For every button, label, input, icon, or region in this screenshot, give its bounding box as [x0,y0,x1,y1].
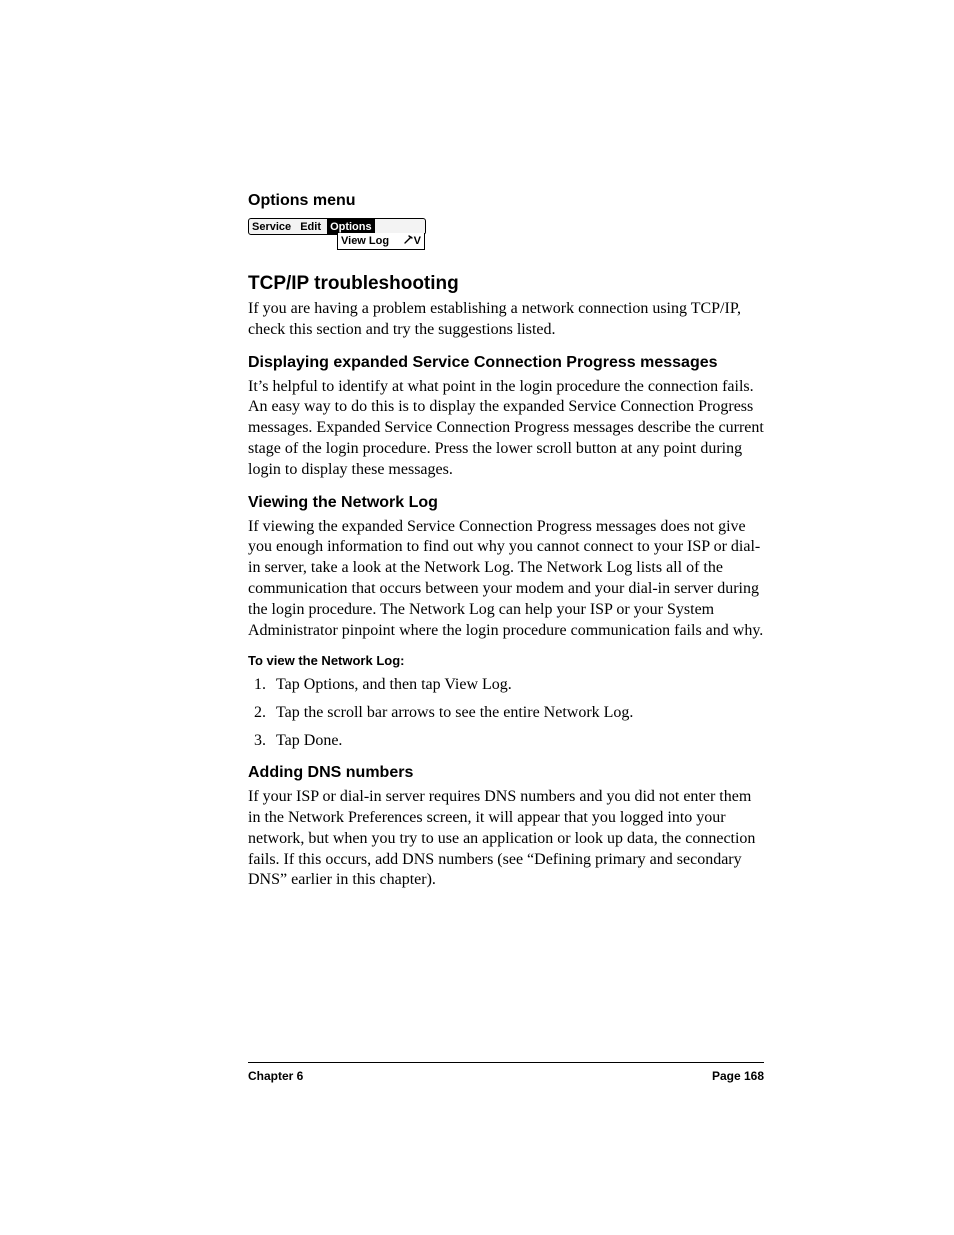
options-menu-figure: Service Edit Options View Log V [248,216,764,253]
footer-page-number: Page 168 [712,1069,764,1083]
heading-adding-dns: Adding DNS numbers [248,763,764,783]
heading-to-view-network-log: To view the Network Log: [248,653,764,668]
heading-viewing-network-log: Viewing the Network Log [248,493,764,513]
page-footer: Chapter 6 Page 168 [248,1062,764,1083]
footer-chapter: Chapter 6 [248,1069,303,1083]
paragraph-displaying: It’s helpful to identify at what point i… [248,377,764,481]
paragraph-tcpip-intro: If you are having a problem establishing… [248,299,764,341]
heading-options-menu: Options menu [248,192,764,210]
shortcut-view-log: V [404,234,421,248]
step-3: Tap Done. [270,730,764,752]
heading-displaying-expanded: Displaying expanded Service Connection P… [248,353,764,373]
steps-list: Tap Options, and then tap View Log. Tap … [248,674,764,751]
menu-item-options[interactable]: Options [327,219,375,234]
paragraph-viewing: If viewing the expanded Service Connecti… [248,517,764,642]
graffiti-stroke-icon [404,235,414,245]
menu-item-edit[interactable]: Edit [297,219,324,234]
menu-item-service[interactable]: Service [249,219,294,234]
footer-rule [248,1062,764,1063]
step-1: Tap Options, and then tap View Log. [270,674,764,696]
paragraph-adding-dns: If your ISP or dial-in server requires D… [248,787,764,891]
options-dropdown: View Log V [337,233,425,250]
dropdown-item-view-log[interactable]: View Log [341,234,389,248]
palm-menubar: Service Edit Options View Log V [248,218,426,235]
step-2: Tap the scroll bar arrows to see the ent… [270,702,764,724]
heading-tcpip-troubleshooting: TCP/IP troubleshooting [248,273,764,295]
